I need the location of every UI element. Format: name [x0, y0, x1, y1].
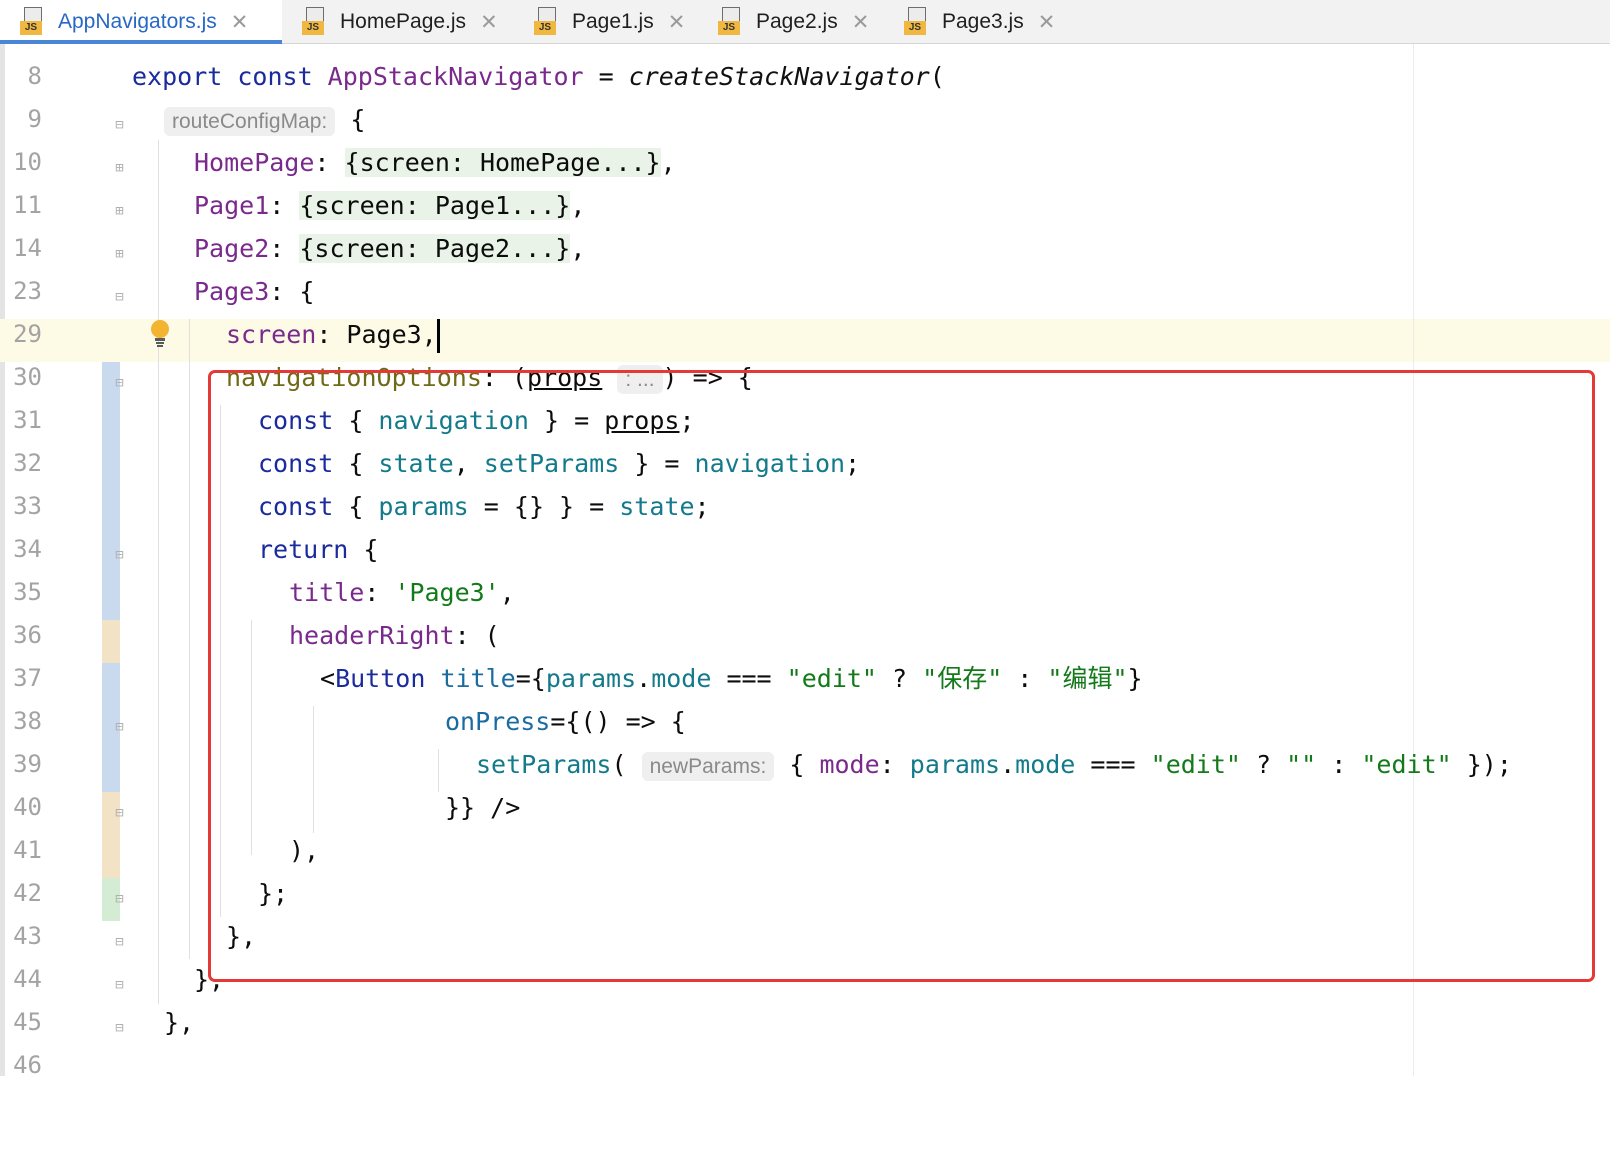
param-hint: routeConfigMap: [164, 107, 336, 136]
code-line[interactable]: 9 export const AppStackNavigator = creat… [0, 55, 1610, 133]
folded-region[interactable]: {screen: Page1...} [299, 191, 571, 220]
code-line[interactable]: 23 Page2: {screen: Page2...}, [0, 227, 1610, 305]
highlight-box [208, 370, 1595, 982]
code-text[interactable]: }, [164, 1001, 194, 1044]
code-line[interactable]: 14 Page1: {screen: Page1...}, [0, 184, 1610, 262]
code-text[interactable]: routeConfigMap: { [164, 98, 365, 143]
folded-region[interactable]: {screen: Page2...} [299, 234, 571, 263]
text-caret [436, 319, 440, 353]
code-line[interactable]: 46 }, [0, 1001, 1610, 1079]
code-line[interactable]: 11 HomePage: {screen: HomePage...}, [0, 141, 1610, 219]
code-editor[interactable]: ⊟ ⊞ ⊞ ⊞ ⊟ ⊟ ⊟ ⊟ ⊟ ⊟ ⊟ ⊟ ⊟ 8 9 export con… [0, 44, 1610, 1079]
code-line-current[interactable]: 30 screen: Page3, [0, 313, 1610, 391]
code-line[interactable]: 10 routeConfigMap: { [0, 98, 1610, 176]
code-text[interactable]: Page3: { [194, 270, 314, 313]
code-text[interactable]: Page1: {screen: Page1...}, [194, 184, 585, 227]
folded-region[interactable]: {screen: HomePage...} [344, 148, 661, 177]
code-text[interactable]: export const AppStackNavigator = createS… [132, 55, 945, 98]
code-line: 8 [0, 12, 1610, 90]
code-text[interactable]: Page2: {screen: Page2...}, [194, 227, 585, 270]
code-line[interactable]: 29 Page3: { [0, 270, 1610, 348]
code-text[interactable]: screen: Page3, [226, 313, 440, 356]
code-text[interactable]: HomePage: {screen: HomePage...}, [194, 141, 676, 184]
line-number: 46 [13, 1051, 42, 1079]
